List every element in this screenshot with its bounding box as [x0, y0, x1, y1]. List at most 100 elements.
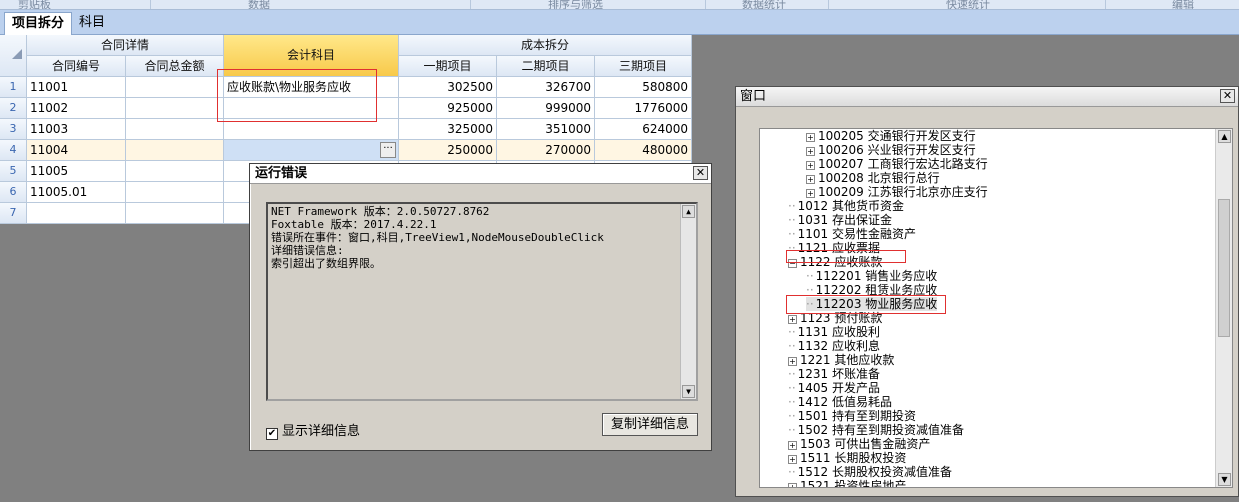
- row-number[interactable]: 6: [0, 182, 27, 203]
- tree-node[interactable]: −1122 应收账款: [788, 255, 882, 269]
- ellipsis-button[interactable]: ···: [380, 142, 396, 158]
- row-number[interactable]: 2: [0, 98, 27, 119]
- expand-icon[interactable]: +: [788, 315, 797, 324]
- error-scrollbar[interactable]: ▲ ▼: [680, 204, 696, 399]
- tab-project-split[interactable]: 项目拆分: [4, 12, 73, 35]
- copy-details-button[interactable]: 复制详细信息: [602, 413, 698, 436]
- tab-accounts[interactable]: 科目: [72, 12, 112, 35]
- scroll-down-icon[interactable]: ▼: [1218, 473, 1231, 486]
- ribbon-group-label: 数据: [248, 0, 270, 10]
- cell-contract-no[interactable]: [27, 203, 126, 224]
- header-phase3[interactable]: 三期项目: [595, 56, 692, 77]
- tree-node[interactable]: ·· 1101 交易性金融资产: [788, 227, 916, 241]
- tree-node[interactable]: +100205 交通银行开发区支行: [806, 129, 976, 143]
- scroll-thumb[interactable]: [1218, 199, 1230, 337]
- header-total-amount[interactable]: 合同总金额: [126, 56, 224, 77]
- tree-node[interactable]: ·· 1512 长期股权投资减值准备: [788, 465, 952, 479]
- tree-node-code: 1012: [797, 199, 829, 213]
- collapse-icon[interactable]: −: [788, 259, 797, 268]
- cell-total-amount[interactable]: [126, 119, 224, 140]
- cell-phase3[interactable]: 480000: [595, 140, 692, 161]
- cell-phase2[interactable]: 270000: [497, 140, 595, 161]
- expand-icon[interactable]: +: [806, 161, 815, 170]
- tree-node[interactable]: ·· 1502 持有至到期投资减值准备: [788, 423, 964, 437]
- header-account[interactable]: 会计科目: [224, 35, 399, 77]
- tree-node[interactable]: ·· 112202 租赁业务应收: [806, 283, 937, 297]
- tree-node[interactable]: +1511 长期股权投资: [788, 451, 906, 465]
- tree-node[interactable]: ·· 1405 开发产品: [788, 381, 880, 395]
- cell-phase2[interactable]: 326700: [497, 77, 595, 98]
- row-number[interactable]: 4: [0, 140, 27, 161]
- header-contract-no[interactable]: 合同编号: [27, 56, 126, 77]
- tree-node[interactable]: +1521 投资性房地产: [788, 479, 906, 487]
- cell-contract-no[interactable]: 11004: [27, 140, 126, 161]
- scroll-down-icon[interactable]: ▼: [682, 385, 695, 398]
- cell-phase2[interactable]: 999000: [497, 98, 595, 119]
- cell-account[interactable]: [224, 98, 399, 119]
- cell-contract-no[interactable]: 11002: [27, 98, 126, 119]
- scroll-up-icon[interactable]: ▲: [682, 205, 695, 218]
- cell-total-amount[interactable]: [126, 182, 224, 203]
- tree-node[interactable]: +1503 可供出售金融资产: [788, 437, 930, 451]
- account-tree[interactable]: +100205 交通银行开发区支行 +100206 兴业银行开发区支行 +10020…: [759, 128, 1233, 488]
- grid-corner[interactable]: [0, 35, 27, 77]
- row-number[interactable]: 3: [0, 119, 27, 140]
- cell-phase1[interactable]: 925000: [399, 98, 497, 119]
- show-details-checkbox[interactable]: ✔ 显示详细信息: [266, 420, 360, 440]
- cell-phase3[interactable]: 580800: [595, 77, 692, 98]
- cell-total-amount[interactable]: [126, 98, 224, 119]
- cell-total-amount[interactable]: [126, 140, 224, 161]
- row-number[interactable]: 5: [0, 161, 27, 182]
- expand-icon[interactable]: +: [788, 483, 797, 487]
- tree-node-selected[interactable]: ·· 112203 物业服务应收: [806, 297, 938, 311]
- error-details-textarea[interactable]: NET Framework 版本：2.0.50727.8762 Foxtable…: [266, 202, 698, 401]
- cell-account[interactable]: ···: [224, 140, 399, 161]
- cell-account[interactable]: [224, 119, 399, 140]
- cell-total-amount[interactable]: [126, 161, 224, 182]
- expand-icon[interactable]: +: [806, 147, 815, 156]
- cell-total-amount[interactable]: [126, 203, 224, 224]
- tree-node[interactable]: ·· 1501 持有至到期投资: [788, 409, 916, 423]
- expand-icon[interactable]: +: [806, 133, 815, 142]
- tree-scrollbar[interactable]: ▲ ▼: [1215, 129, 1232, 487]
- tree-node[interactable]: ·· 1131 应收股利: [788, 325, 880, 339]
- cell-phase1[interactable]: 325000: [399, 119, 497, 140]
- cell-contract-no[interactable]: 11003: [27, 119, 126, 140]
- close-icon[interactable]: ✕: [693, 166, 708, 180]
- cell-phase1[interactable]: 250000: [399, 140, 497, 161]
- expand-icon[interactable]: +: [806, 175, 815, 184]
- tree-node[interactable]: ·· 1231 坏账准备: [788, 367, 880, 381]
- tree-node[interactable]: +100206 兴业银行开发区支行: [806, 143, 976, 157]
- row-number[interactable]: 7: [0, 203, 27, 224]
- tree-node[interactable]: +1123 预付账款: [788, 311, 882, 325]
- header-phase1[interactable]: 一期项目: [399, 56, 497, 77]
- cell-contract-no[interactable]: 11001: [27, 77, 126, 98]
- cell-phase2[interactable]: 351000: [497, 119, 595, 140]
- tree-node[interactable]: ·· 1121 应收票据: [788, 241, 880, 255]
- tree-node[interactable]: ·· 1412 低值易耗品: [788, 395, 892, 409]
- cell-total-amount[interactable]: [126, 77, 224, 98]
- row-number[interactable]: 1: [0, 77, 27, 98]
- cell-phase3[interactable]: 1776000: [595, 98, 692, 119]
- header-phase2[interactable]: 二期项目: [497, 56, 595, 77]
- tree-node[interactable]: +1221 其他应收款: [788, 353, 894, 367]
- cell-phase1[interactable]: 302500: [399, 77, 497, 98]
- scroll-up-icon[interactable]: ▲: [1218, 130, 1231, 143]
- cell-phase3[interactable]: 624000: [595, 119, 692, 140]
- tree-node[interactable]: ·· 1132 应收利息: [788, 339, 880, 353]
- cell-contract-no[interactable]: 11005.01: [27, 182, 126, 203]
- tree-node[interactable]: ·· 112201 销售业务应收: [806, 269, 937, 283]
- cell-contract-no[interactable]: 11005: [27, 161, 126, 182]
- tree-node[interactable]: +100209 江苏银行北京亦庄支行: [806, 185, 988, 199]
- expand-icon[interactable]: +: [806, 189, 815, 198]
- tree-node[interactable]: +100208 北京银行总行: [806, 171, 940, 185]
- expand-icon[interactable]: +: [788, 357, 797, 366]
- expand-icon[interactable]: +: [788, 455, 797, 464]
- checkbox-check-icon[interactable]: ✔: [266, 428, 278, 440]
- tree-node[interactable]: ·· 1031 存出保证金: [788, 213, 892, 227]
- cell-account[interactable]: 应收账款\物业服务应收: [224, 77, 399, 98]
- close-icon[interactable]: ✕: [1220, 89, 1235, 103]
- tree-node[interactable]: ·· 1012 其他货币资金: [788, 199, 904, 213]
- expand-icon[interactable]: +: [788, 441, 797, 450]
- tree-node[interactable]: +100207 工商银行宏达北路支行: [806, 157, 988, 171]
